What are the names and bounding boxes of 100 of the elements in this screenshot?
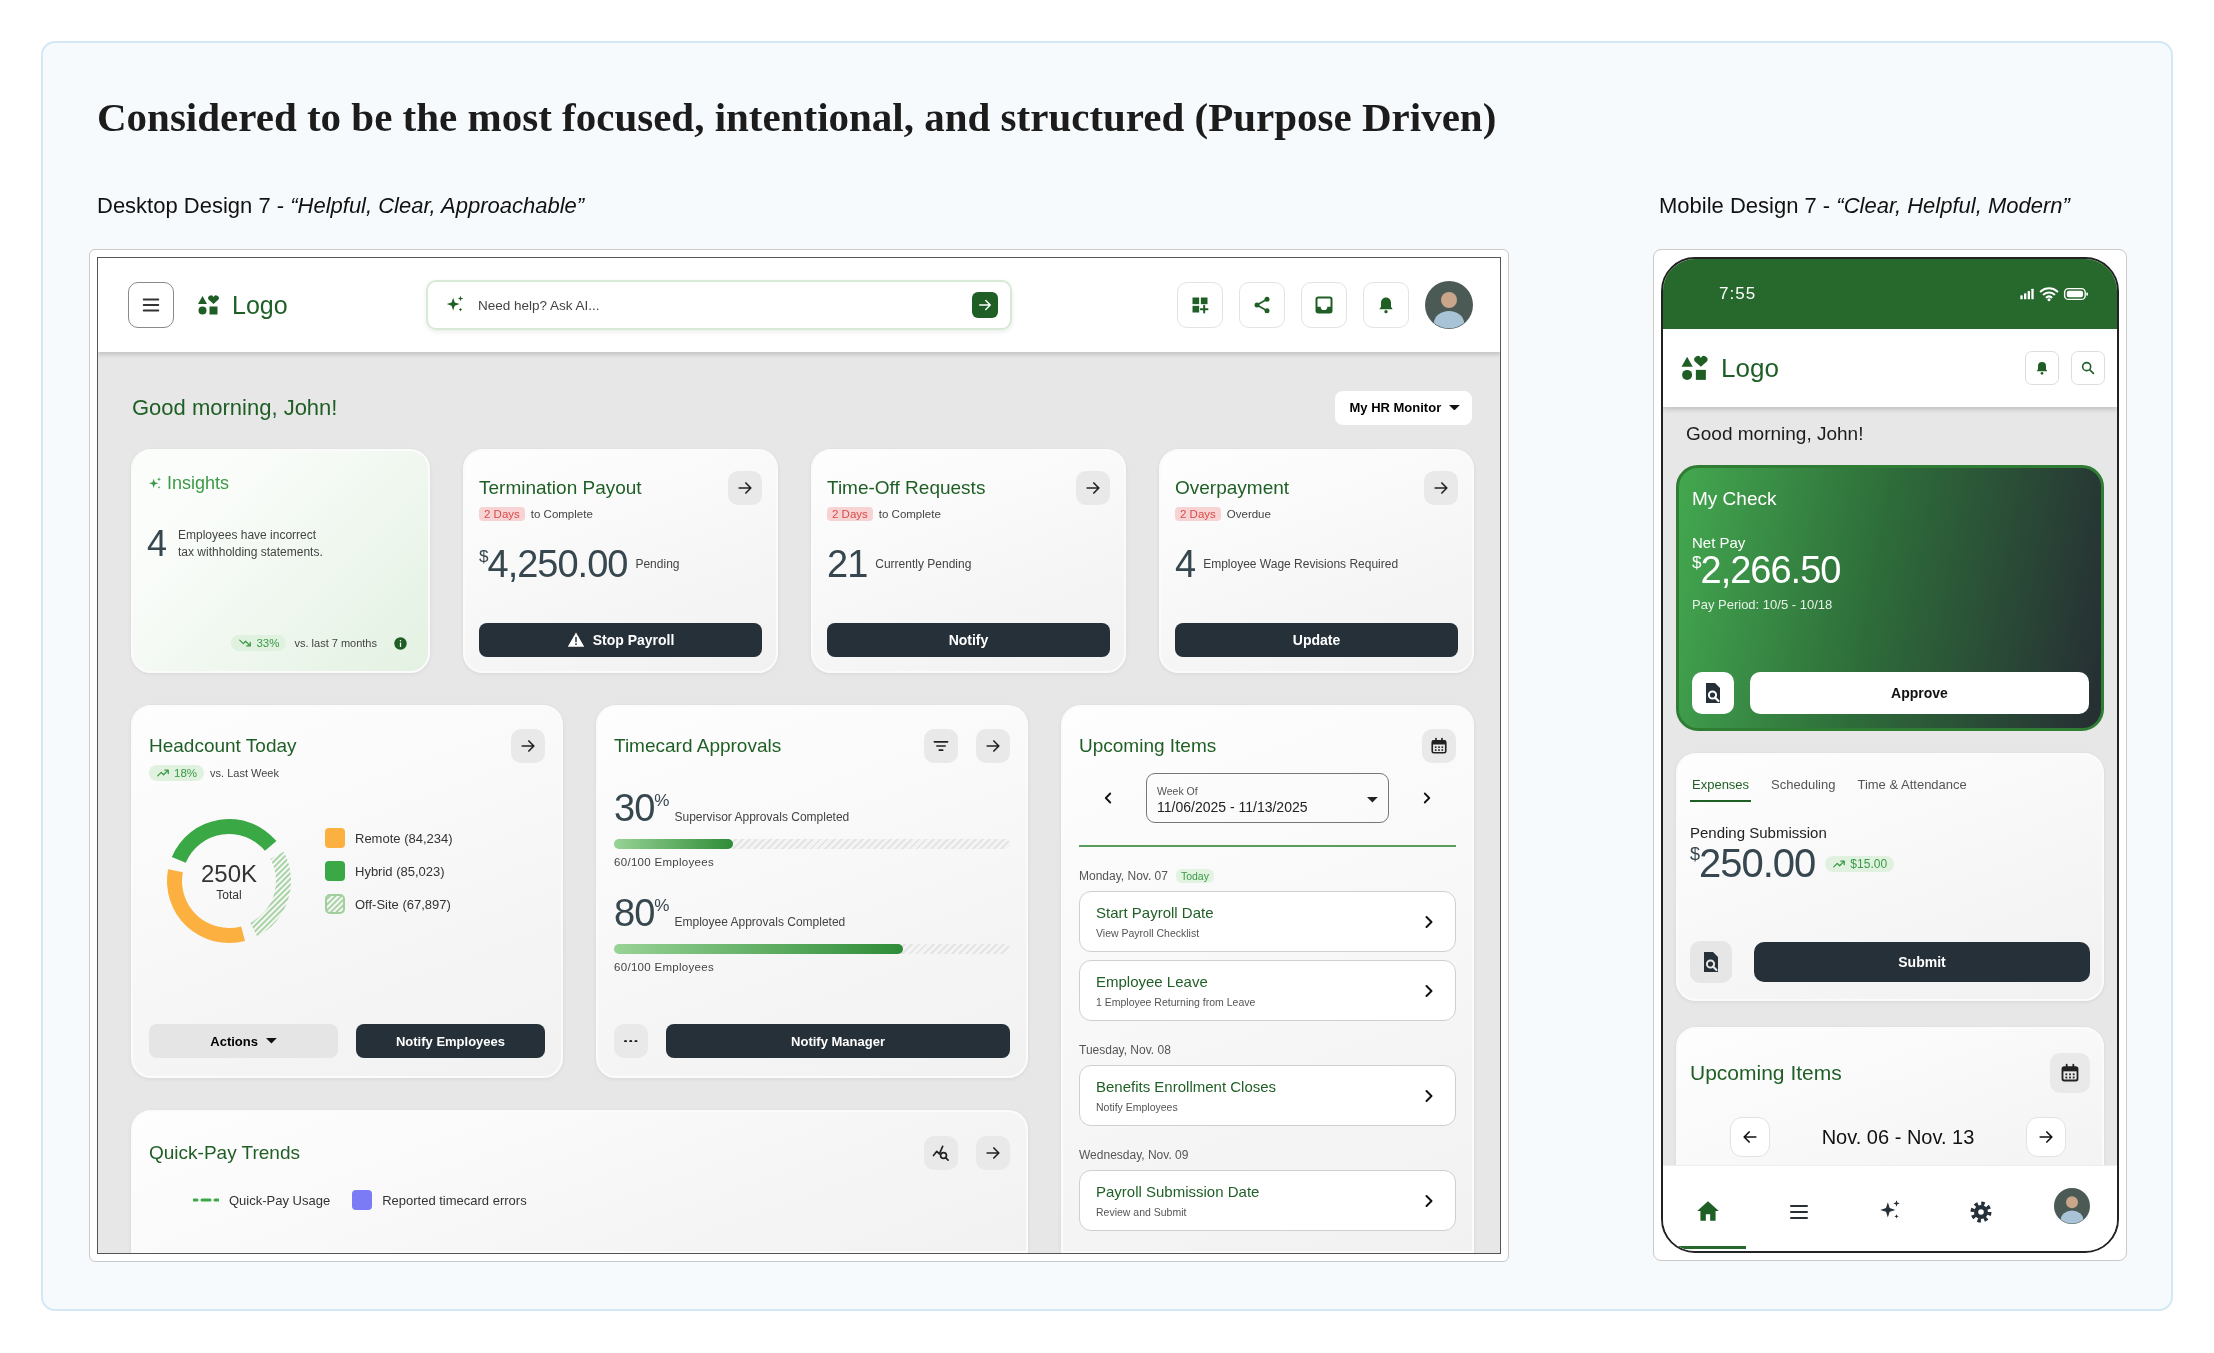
legend-label: Hybrid (85,023)	[355, 863, 445, 879]
event-item[interactable]: Employee Leave 1 Employee Returning from Leave	[1079, 960, 1456, 1021]
open-button[interactable]	[976, 1136, 1010, 1170]
open-button[interactable]	[728, 471, 762, 505]
metric-label: Employee Approvals Completed	[674, 915, 846, 929]
trend-down-icon	[238, 636, 253, 650]
event-title: Employee Leave	[1096, 973, 1209, 990]
insight-text: Employees have incorrect tax withholding statements.	[178, 526, 324, 561]
calendar-button[interactable]	[2050, 1053, 2090, 1093]
open-button[interactable]	[1076, 471, 1110, 505]
notify-button[interactable]: Notify Employees	[356, 1024, 545, 1058]
actions-dropdown[interactable]: Actions	[149, 1024, 338, 1058]
send-button[interactable]	[972, 292, 998, 318]
greeting: Good morning, John!	[1685, 422, 1865, 446]
event-title: Start Payroll Date	[1096, 904, 1214, 921]
open-button[interactable]	[511, 729, 545, 763]
card-title: Insights	[167, 473, 230, 494]
card-title: My Check	[1692, 488, 1778, 510]
share-button[interactable]	[1239, 282, 1285, 328]
open-button[interactable]	[1424, 471, 1458, 505]
legend-label: Off-Site (67,897)	[355, 896, 451, 912]
event-item[interactable]: Payroll Submission Date Review and Submit	[1079, 1170, 1456, 1231]
calendar-button[interactable]	[1422, 729, 1456, 763]
approve-button[interactable]: Approve	[1750, 672, 2089, 714]
card-title: Upcoming Items	[1690, 1061, 1842, 1085]
caret-icon	[1449, 404, 1460, 411]
ask-ai-field[interactable]: Need help? Ask AI...	[476, 296, 962, 314]
action-button[interactable]: Notify	[827, 623, 1110, 657]
legend-label: Remote (84,234)	[355, 830, 453, 846]
legend-label: Quick-Pay Usage	[229, 1192, 331, 1208]
trend-note: vs. last 7 months	[294, 637, 377, 649]
day-label: Monday, Nov. 07	[1079, 869, 1168, 883]
clock: 7:55	[1719, 284, 1757, 304]
pending-label: Pending Submission	[1690, 824, 1828, 841]
total-value: 250K	[200, 860, 258, 888]
card-title: Timecard Approvals	[614, 735, 782, 757]
value-note: Employee Wage Revisions Required	[1203, 557, 1399, 571]
notify-button[interactable]: Notify Manager	[666, 1024, 1010, 1058]
page-title: Considered to be the most focused, intentional, and structured (Purpose Driven)	[97, 93, 1498, 142]
analyze-button[interactable]	[924, 1136, 958, 1170]
search-button[interactable]	[2071, 351, 2105, 385]
caret-icon	[1367, 797, 1378, 803]
info-icon	[393, 635, 408, 651]
day-label: Wednesday, Nov. 09	[1079, 1148, 1189, 1162]
search-field[interactable]: Need help? Ask AI...	[426, 280, 1012, 330]
monitor-dropdown[interactable]: My HR Monitor	[1335, 390, 1472, 425]
grid-plus-icon	[1190, 295, 1210, 315]
avatar-icon	[2053, 1188, 2090, 1224]
change-badge: $15.00	[1825, 855, 1895, 872]
card-title: Termination Payout	[479, 477, 642, 499]
today-badge: Today	[1175, 869, 1214, 883]
card-title: Upcoming Items	[1079, 735, 1217, 757]
legend-label: Reported timecard errors	[382, 1192, 527, 1208]
card-title: Quick-Pay Trends	[149, 1142, 300, 1164]
share-icon	[1252, 295, 1272, 315]
card-title: Time-Off Requests	[827, 477, 986, 499]
action-button[interactable]: Stop Payroll	[479, 623, 762, 657]
trend-up-icon	[156, 766, 170, 780]
view-document-button[interactable]	[1692, 672, 1734, 714]
avatar-icon	[1425, 281, 1473, 329]
event-item[interactable]: Benefits Enrollment Closes Notify Employees	[1079, 1065, 1456, 1126]
search-icon	[2080, 360, 2096, 376]
event-subtitle: Review and Submit	[1096, 1206, 1188, 1218]
week-range: Nov. 06 - Nov. 13	[1821, 1125, 1975, 1149]
open-button[interactable]	[976, 729, 1010, 763]
logo-icon	[1679, 353, 1709, 383]
day-label: Tuesday, Nov. 08	[1079, 1043, 1171, 1057]
menu-button[interactable]	[128, 282, 174, 328]
value-note: Currently Pending	[875, 557, 972, 571]
view-document-button[interactable]	[1690, 941, 1732, 983]
design-caption: Desktop Design 7 - “Helpful, Clear, Approachable”	[97, 192, 586, 220]
card-title: Overpayment	[1175, 477, 1290, 499]
net-pay-label: Net Pay	[1692, 534, 1747, 551]
submit-button[interactable]: Submit	[1754, 942, 2090, 982]
logo-icon	[196, 293, 220, 317]
calendar-icon	[2060, 1063, 2080, 1083]
tab[interactable]: Expenses	[1690, 775, 1752, 802]
inbox-icon	[1314, 295, 1334, 315]
card-value: 21	[827, 545, 868, 583]
trend-badge: 33%	[231, 635, 287, 651]
notifications-button[interactable]	[1363, 282, 1409, 328]
inbox-button[interactable]	[1301, 282, 1347, 328]
event-subtitle: View Payroll Checklist	[1096, 927, 1201, 939]
event-item[interactable]: Start Payroll Date View Payroll Checklist	[1079, 891, 1456, 952]
notifications-button[interactable]	[2025, 351, 2059, 385]
tab[interactable]: Time & Attendance	[1855, 775, 1969, 802]
tab[interactable]: Scheduling	[1769, 775, 1838, 802]
total-label: Total	[216, 888, 242, 902]
filter-button[interactable]	[924, 729, 958, 763]
week-picker[interactable]: Week Of 11/06/2025 - 11/13/2025	[1146, 773, 1389, 823]
previous-week-button[interactable]	[1730, 1117, 1770, 1157]
calendar-icon	[1430, 737, 1448, 755]
signal-icon	[2019, 286, 2035, 302]
wifi-icon	[2039, 284, 2059, 304]
action-button[interactable]: Update	[1175, 623, 1458, 657]
next-week-button[interactable]	[2026, 1117, 2066, 1157]
logo-text: Logo	[232, 290, 288, 320]
chart-search-icon	[931, 1143, 951, 1163]
add-widget-button[interactable]	[1177, 282, 1223, 328]
profile-button[interactable]	[1425, 281, 1473, 329]
